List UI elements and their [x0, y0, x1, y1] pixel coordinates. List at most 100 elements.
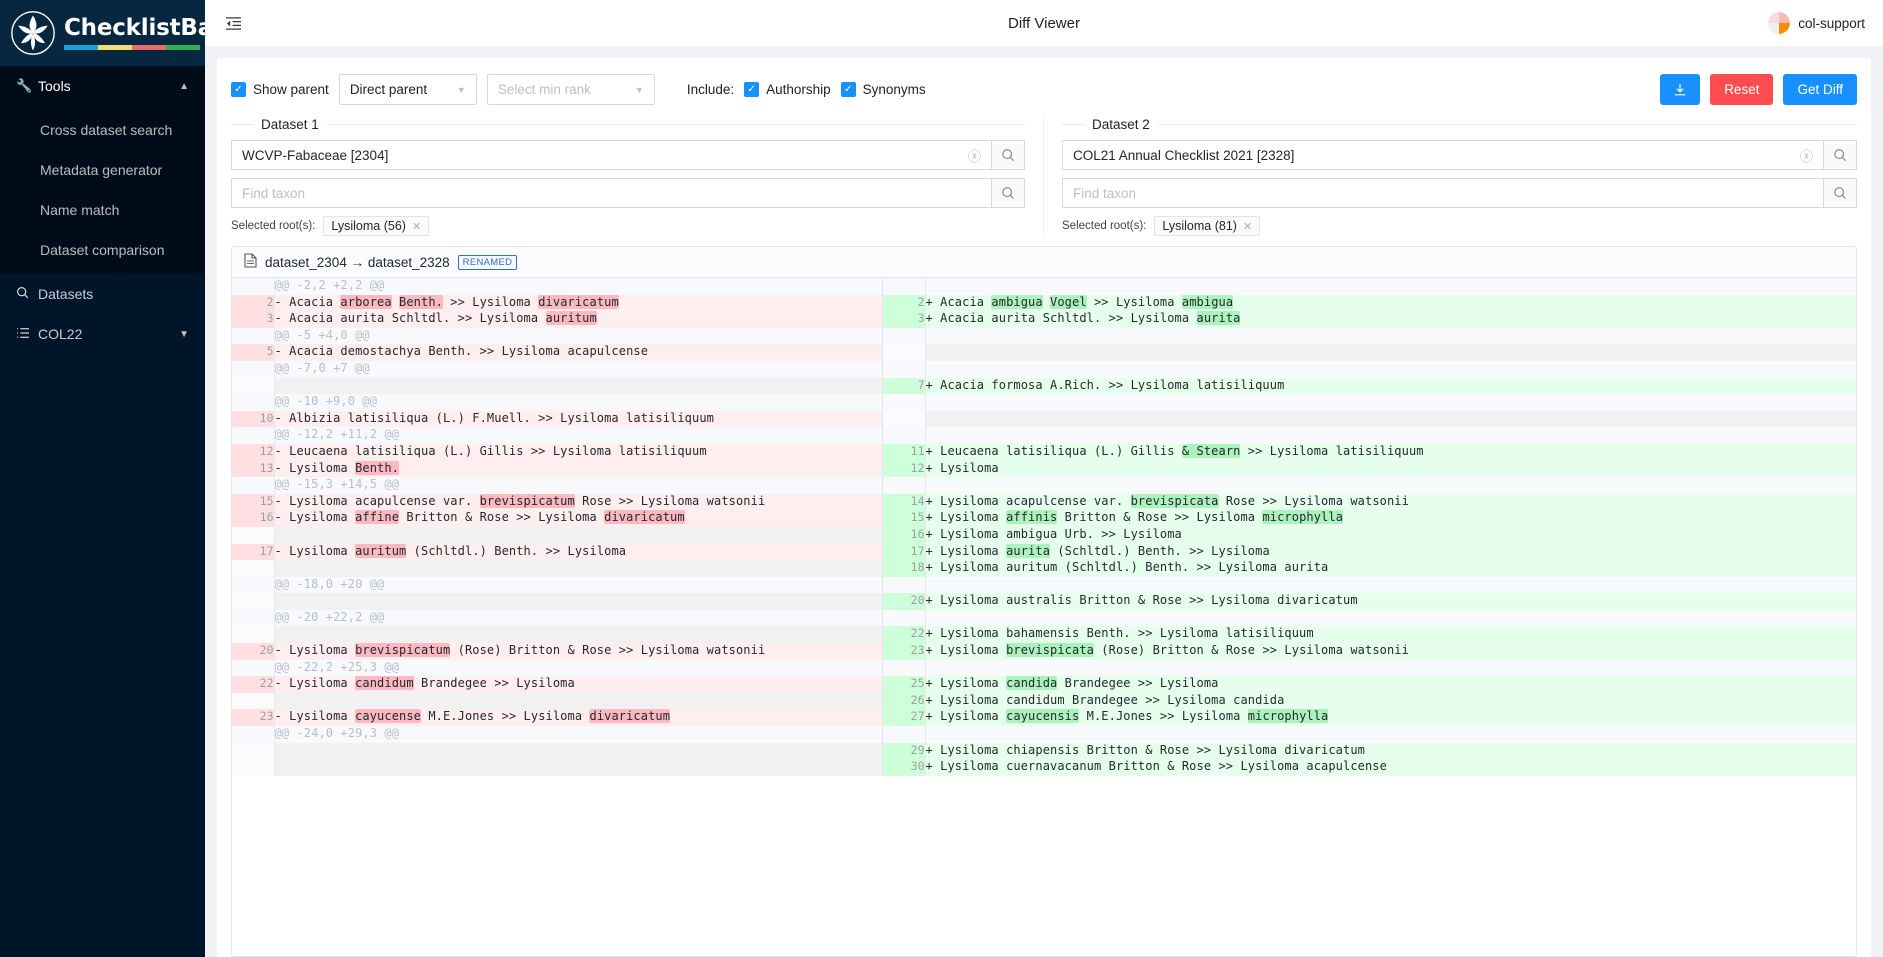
chevron-down-icon: ▼: [456, 84, 466, 95]
diff-row: 17- Lysiloma auritum (Schltdl.) Benth. >…: [232, 543, 1856, 561]
download-button[interactable]: [1660, 74, 1701, 105]
dataset2-legend-row: Dataset 2: [1062, 117, 1857, 132]
diff-line-right: + Leucaena latisiliqua (L.) Gillis & Ste…: [924, 443, 1856, 461]
dataset2-root-tag[interactable]: Lysiloma (81) ✕: [1154, 216, 1261, 236]
dataset2-find-taxon-input[interactable]: Find taxon: [1062, 178, 1823, 208]
diff-line-left: - Acacia arborea Benth. >> Lysiloma diva…: [273, 294, 882, 312]
sidebar-item-label: Dataset comparison: [40, 242, 165, 258]
diff-line-number-right: [883, 726, 925, 743]
sidebar-item-cross-dataset-search[interactable]: Cross dataset search: [0, 110, 205, 150]
diff-line-number-left: 13: [232, 460, 274, 478]
sidebar-item-label: COL22: [38, 326, 83, 342]
search-icon: [1834, 149, 1847, 162]
synonyms-checkbox[interactable]: ✓ Synonyms: [840, 82, 926, 97]
authorship-checkbox[interactable]: ✓ Authorship: [744, 82, 831, 97]
diff-line-left: - Lysiloma affine Britton & Rose >> Lysi…: [273, 510, 882, 527]
dataset1-root-tag[interactable]: Lysiloma (56) ✕: [323, 216, 430, 236]
diff-row: 10- Albizia latisiliqua (L.) F.Muell. >>…: [232, 410, 1856, 428]
diff-line-left: - Lysiloma Benth.: [273, 460, 882, 478]
diff-line-number-right: 27: [883, 709, 925, 727]
diff-line-left: - Lysiloma cayucense M.E.Jones >> Lysilo…: [273, 709, 882, 727]
dataset2-input[interactable]: COL21 Annual Checklist 2021 [2328] ⓧ: [1062, 140, 1823, 170]
sidebar-item-dataset-comparison[interactable]: Dataset comparison: [0, 230, 205, 270]
show-parent-checkbox[interactable]: ✓ Show parent: [231, 82, 329, 97]
sidebar-menu: 🔧 Tools ▲ Cross dataset search Metadata …: [0, 66, 205, 354]
dataset2-panel: Dataset 2 COL21 Annual Checklist 2021 [2…: [1044, 115, 1857, 236]
clear-icon[interactable]: ⓧ: [1800, 146, 1813, 165]
reset-button[interactable]: Reset: [1710, 74, 1774, 105]
dataset2-select-group: COL21 Annual Checklist 2021 [2328] ⓧ: [1062, 140, 1857, 170]
dataset1-input[interactable]: WCVP-Fabaceae [2304] ⓧ: [231, 140, 991, 170]
dataset1-taxon-search-button[interactable]: [991, 178, 1025, 208]
dataset1-search-button[interactable]: [991, 140, 1025, 170]
diff-line-left: - Albizia latisiliqua (L.) F.Muell. >> L…: [273, 410, 882, 428]
search-icon: [16, 286, 38, 302]
diff-line-number-right: 26: [883, 692, 925, 710]
diff-line-left: - Acacia aurita Schltdl. >> Lysiloma aur…: [273, 311, 882, 328]
diff-line-left: @@ -12,2 +11,2 @@: [273, 427, 882, 444]
close-icon[interactable]: ✕: [412, 220, 421, 233]
parent-mode-select[interactable]: Direct parent ▼: [338, 74, 477, 105]
diff-line-number-right: [883, 576, 925, 594]
dataset2-roots: Selected root(s): Lysiloma (81) ✕: [1062, 216, 1857, 236]
diff-line-number-right: [883, 659, 925, 677]
diff-line-right: + Lysiloma cayucensis M.E.Jones >> Lysil…: [924, 709, 1856, 727]
sidebar-item-label: Name match: [40, 202, 120, 218]
diff-line-right: + Lysiloma candida Brandegee >> Lysiloma: [924, 676, 1856, 693]
list-icon: [16, 327, 38, 342]
dataset1-find-taxon-placeholder: Find taxon: [242, 185, 306, 201]
dataset1-legend-row: Dataset 1: [231, 117, 1025, 132]
diff-row: @@ -7,0 +7 @@: [232, 360, 1856, 378]
diff-line-left: @@ -2,2 +2,2 @@: [273, 278, 882, 295]
dataset1-find-taxon-input[interactable]: Find taxon: [231, 178, 991, 208]
sidebar-item-datasets[interactable]: Datasets: [0, 274, 205, 314]
brand-header[interactable]: ChecklistBank: [0, 0, 205, 66]
top-bar: Diff Viewer col-support: [205, 0, 1883, 46]
diff-line-number-left: [232, 726, 274, 743]
dataset-panels: Dataset 1 WCVP-Fabaceae [2304] ⓧ Find ta…: [217, 115, 1871, 236]
diff-line-right: [924, 360, 1856, 378]
clear-icon[interactable]: ⓧ: [968, 146, 981, 165]
diff-line-number-left: [232, 477, 274, 494]
diff-line-number-left: [232, 659, 274, 677]
get-diff-button[interactable]: Get Diff: [1783, 74, 1857, 105]
collapse-menu-icon[interactable]: [223, 13, 243, 33]
diff-line-number-right: 17: [883, 543, 925, 561]
close-icon[interactable]: ✕: [1243, 220, 1252, 233]
checkbox-check-icon: ✓: [231, 82, 246, 97]
diff-line-right: [924, 477, 1856, 494]
diff-row: @@ -5 +4,0 @@: [232, 327, 1856, 345]
diff-line-left: @@ -20 +22,2 @@: [273, 609, 882, 627]
diff-line-number-right: 22: [883, 626, 925, 644]
diff-line-number-right: 25: [883, 676, 925, 693]
diff-line-number-left: [232, 609, 274, 627]
diff-table: @@ -2,2 +2,2 @@ 2- Acacia arborea Benth. …: [232, 278, 1856, 776]
diff-line-right: [924, 427, 1856, 444]
diff-body[interactable]: @@ -2,2 +2,2 @@ 2- Acacia arborea Benth. …: [232, 278, 1856, 956]
diff-line-number-right: 16: [883, 526, 925, 544]
diff-line-number-right: [883, 394, 925, 411]
diff-line-right: [924, 726, 1856, 743]
sidebar-item-name-match[interactable]: Name match: [0, 190, 205, 230]
diff-header: dataset_2304 → dataset_2328 RENAMED: [232, 247, 1856, 278]
diff-line-left: @@ -22,2 +25,3 @@: [273, 659, 882, 677]
diff-row: @@ -15,3 +14,5 @@: [232, 477, 1856, 494]
diff-line-number-right: 29: [883, 742, 925, 760]
sidebar: ChecklistBank 🔧 Tools ▲ Cross dataset se…: [0, 0, 205, 957]
diff-line-number-left: [232, 360, 274, 378]
dataset2-search-button[interactable]: [1823, 140, 1857, 170]
diff-row: 16 + Lysiloma ambigua Urb. >> Lysiloma: [232, 526, 1856, 544]
diff-line-right: + Acacia formosa A.Rich. >> Lysiloma lat…: [924, 377, 1856, 395]
diff-line-number-left: 15: [232, 493, 274, 511]
user-menu[interactable]: col-support: [1768, 12, 1865, 34]
diff-line-left: [273, 759, 882, 776]
diff-line-left: - Lysiloma auritum (Schltdl.) Benth. >> …: [273, 543, 882, 561]
sidebar-item-col22[interactable]: COL22 ▼: [0, 314, 205, 354]
dataset2-taxon-search-button[interactable]: [1823, 178, 1857, 208]
diff-line-right: [924, 609, 1856, 627]
user-name: col-support: [1798, 15, 1865, 31]
sidebar-item-metadata-generator[interactable]: Metadata generator: [0, 150, 205, 190]
sidebar-group-tools[interactable]: 🔧 Tools ▲: [0, 66, 205, 106]
min-rank-select[interactable]: Select min rank ▼: [486, 74, 655, 105]
diff-row: 16- Lysiloma affine Britton & Rose >> Ly…: [232, 510, 1856, 527]
